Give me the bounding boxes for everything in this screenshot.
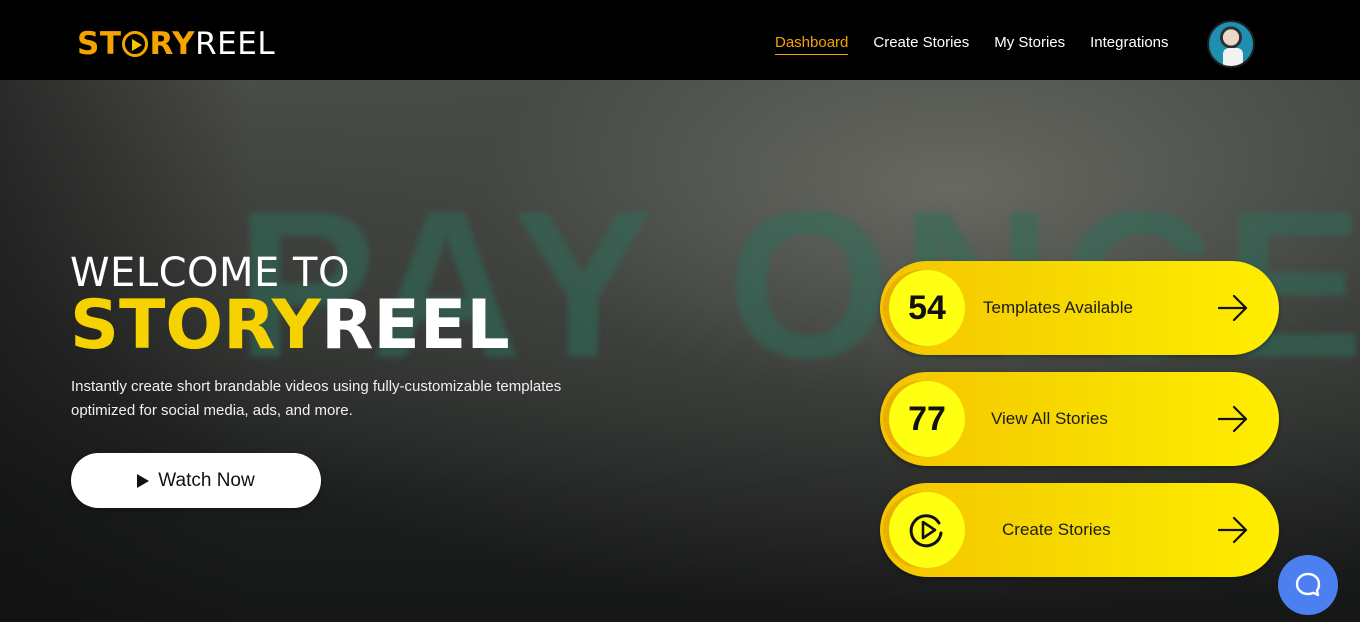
arrow-right-icon [1218, 294, 1248, 322]
logo-play-icon [122, 31, 149, 57]
chat-support-button[interactable] [1278, 555, 1338, 615]
brand-heading-reel: REEL [321, 286, 510, 365]
templates-count: 54 [889, 270, 965, 346]
hero-description: Instantly create short brandable videos … [71, 378, 562, 419]
storyreel-logo[interactable]: ST RY REEL [77, 26, 276, 62]
play-circle-icon [889, 492, 965, 568]
logo-reel-part: REEL [195, 26, 276, 62]
view-all-stories-card[interactable]: 77 View All Stories [880, 372, 1279, 466]
templates-label: Templates Available [983, 298, 1133, 317]
view-all-stories-label: View All Stories [991, 409, 1108, 428]
create-stories-card[interactable]: Create Stories [880, 483, 1279, 577]
nav-integrations[interactable]: Integrations [1090, 34, 1168, 55]
brand-heading: STORYREEL [70, 286, 510, 365]
templates-available-card[interactable]: 54 Templates Available [880, 261, 1279, 355]
nav-dashboard[interactable]: Dashboard [775, 34, 849, 55]
top-navigation-bar: ST RY REEL Dashboard Create Stories My S… [0, 0, 1360, 80]
stories-count: 77 [889, 381, 965, 457]
brand-heading-story: STORY [70, 286, 322, 365]
arrow-right-icon [1218, 516, 1248, 544]
nav-create-stories[interactable]: Create Stories [873, 34, 969, 55]
main-nav: Dashboard Create Stories My Stories Inte… [775, 34, 1194, 55]
arrow-right-icon [1218, 405, 1248, 433]
user-avatar[interactable] [1207, 20, 1255, 68]
watch-now-button[interactable]: Watch Now [71, 453, 321, 508]
create-stories-label: Create Stories [1002, 520, 1111, 539]
logo-story-part: ST RY [77, 26, 196, 62]
watch-now-label: Watch Now [158, 469, 255, 491]
chat-icon [1295, 572, 1321, 597]
play-icon [137, 473, 150, 488]
nav-my-stories[interactable]: My Stories [994, 34, 1065, 55]
